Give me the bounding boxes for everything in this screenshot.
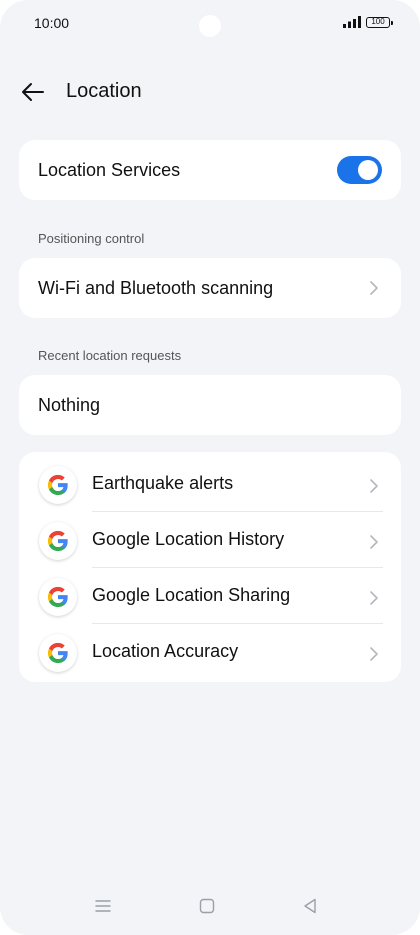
list-item-label: Earthquake alerts [92, 473, 234, 493]
chevron-right-icon [370, 479, 378, 493]
recent-requests-card: Nothing [19, 375, 401, 435]
back-triangle-icon[interactable] [299, 895, 321, 917]
google-g-icon [39, 466, 77, 504]
positioning-control-heading: Positioning control [38, 231, 145, 246]
google-g-icon [39, 634, 77, 672]
recent-requests-heading: Recent location requests [38, 348, 182, 363]
header: Location [0, 70, 420, 114]
home-icon[interactable] [196, 895, 218, 917]
back-arrow-icon[interactable] [18, 78, 48, 106]
signal-icon [343, 16, 361, 28]
page-title: Location [66, 80, 142, 102]
chevron-right-icon [370, 591, 378, 605]
list-item-google-location-history[interactable]: Google Location History [19, 512, 401, 568]
wifi-bluetooth-scanning-row[interactable]: Wi-Fi and Bluetooth scanning [19, 258, 401, 318]
recent-requests-value: Nothing [38, 395, 101, 415]
list-item-label: Google Location History [92, 529, 285, 549]
chevron-right-icon [370, 281, 378, 295]
chevron-right-icon [370, 647, 378, 661]
location-services-row[interactable]: Location Services [19, 140, 401, 200]
phone-screen: 10:00 100 Location Location Services Pos… [0, 0, 420, 935]
list-item-earthquake-alerts[interactable]: Earthquake alerts [19, 456, 401, 512]
toggle-knob [358, 160, 378, 180]
google-g-icon [39, 522, 77, 560]
status-time: 10:00 [34, 15, 70, 31]
location-services-toggle[interactable] [337, 156, 382, 184]
list-item-label: Location Accuracy [92, 641, 239, 661]
camera-cutout [199, 15, 221, 37]
chevron-right-icon [370, 535, 378, 549]
google-g-icon [39, 578, 77, 616]
menu-icon[interactable] [92, 895, 114, 917]
navigation-bar [0, 880, 420, 935]
list-item-location-accuracy[interactable]: Location Accuracy [19, 624, 401, 680]
location-services-label: Location Services [38, 160, 181, 180]
list-item-google-location-sharing[interactable]: Google Location Sharing [19, 568, 401, 624]
wifi-bluetooth-scanning-label: Wi-Fi and Bluetooth scanning [38, 278, 274, 298]
status-bar: 10:00 100 [0, 0, 420, 48]
list-item-label: Google Location Sharing [92, 585, 291, 605]
location-services-list: Earthquake alerts Google Location Histor… [19, 452, 401, 682]
battery-icon: 100 [366, 17, 393, 28]
